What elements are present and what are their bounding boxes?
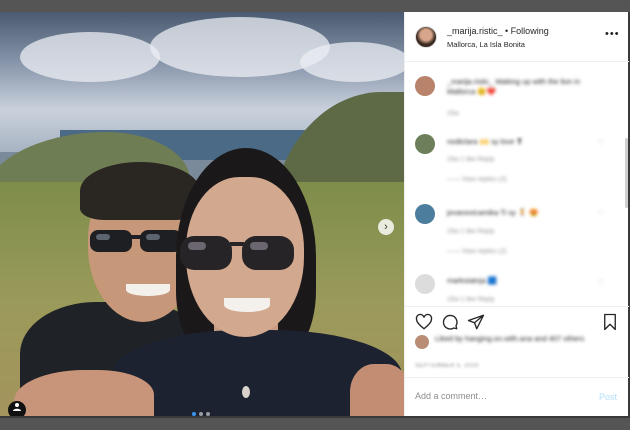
add-comment-input[interactable] <box>415 391 575 401</box>
comment-text: _marija.ristic_ Waking up with the lion … <box>447 77 581 96</box>
likes-summary: Liked by hanging.on.with.ana and 407 oth… <box>415 334 625 356</box>
user-icon <box>13 403 21 411</box>
carousel-dot <box>206 412 210 416</box>
woman-smile <box>224 298 270 312</box>
post-comment-button[interactable]: Post <box>599 392 617 402</box>
heart-icon[interactable] <box>415 313 433 331</box>
man-arm <box>350 364 404 416</box>
comment-text: nodiclara 🙌 sy love ❣ <box>447 137 523 146</box>
post-side-panel: _marija.ristic_ • Following Mallorca, La… <box>404 12 629 416</box>
post-actions <box>405 306 629 336</box>
more-options-button[interactable]: ••• <box>605 28 620 40</box>
commenter-avatar[interactable] <box>415 134 435 154</box>
comment-meta: 15w <box>447 110 459 117</box>
post-location[interactable]: Mallorca, La Isla Bonita <box>447 40 525 49</box>
top-overlay-bar <box>0 0 630 12</box>
likes-text[interactable]: Liked by hanging.on.with.ana and 407 oth… <box>435 334 605 344</box>
comment-meta: 15w 1 like Reply <box>447 228 495 235</box>
carousel-dot <box>199 412 203 416</box>
carousel-dot-active <box>192 412 196 416</box>
man-smile <box>126 284 170 296</box>
post-photo[interactable]: › <box>0 12 404 416</box>
author-avatar[interactable] <box>415 26 437 48</box>
post-header: _marija.ristic_ • Following Mallorca, La… <box>405 12 629 62</box>
like-comment-icon[interactable]: ♡ <box>597 278 604 287</box>
comments-list: _marija.ristic_ Waking up with the lion … <box>405 62 629 305</box>
sunglasses-icon <box>180 236 294 270</box>
commenter-avatar[interactable] <box>415 76 435 96</box>
view-replies-link[interactable]: —— View replies (3) <box>447 176 506 183</box>
post-date: SEPTEMBER 5, 2020 <box>415 363 479 369</box>
cloud <box>20 32 160 82</box>
author-username[interactable]: _marija.ristic_ <box>447 26 503 36</box>
cloud <box>300 42 404 82</box>
liker-avatar[interactable] <box>415 335 429 349</box>
bottom-overlay-bar <box>0 418 630 430</box>
comment-meta: 15w 1 like Reply <box>447 156 495 163</box>
author-line: _marija.ristic_ • Following <box>447 26 549 36</box>
comment-meta: 15w 1 like Reply <box>447 296 495 303</box>
like-comment-icon[interactable]: ♡ <box>597 209 604 218</box>
tagged-user-button[interactable] <box>8 401 26 416</box>
commenter-avatar[interactable] <box>415 274 435 294</box>
share-icon[interactable] <box>467 313 485 331</box>
commenter-avatar[interactable] <box>415 204 435 224</box>
like-comment-icon[interactable]: ♡ <box>597 138 604 147</box>
bookmark-icon[interactable] <box>601 313 619 331</box>
necklace-pendant <box>242 386 250 398</box>
sunglasses-icon <box>90 230 182 252</box>
instagram-post-modal: › _marija.ristic_ • Following Mallorca, … <box>0 0 630 430</box>
carousel-indicator <box>192 412 214 416</box>
add-comment-bar: Post <box>405 377 629 416</box>
comments-scrollbar[interactable] <box>625 138 628 208</box>
view-replies-link[interactable]: —— View replies (2) <box>447 248 506 255</box>
comment-icon[interactable] <box>441 313 459 331</box>
follow-status[interactable]: • Following <box>505 26 549 36</box>
comment-text: jovanovicamika Ti sy 🧍 😍 <box>447 208 539 217</box>
comment-text: markstatnja 🟦 <box>447 276 498 285</box>
carousel-next-button[interactable]: › <box>378 219 394 235</box>
